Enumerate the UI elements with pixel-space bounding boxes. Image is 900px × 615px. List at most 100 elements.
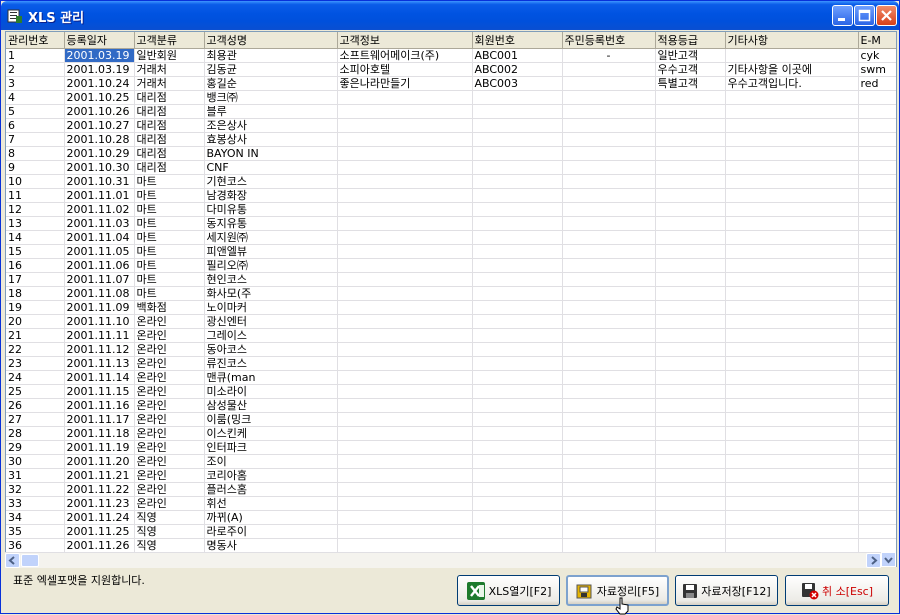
table-cell[interactable]: 25	[6, 384, 65, 399]
table-cell[interactable]	[472, 272, 563, 287]
table-cell[interactable]	[655, 104, 726, 119]
table-cell[interactable]	[337, 216, 473, 231]
table-cell[interactable]	[655, 328, 726, 343]
table-cell[interactable]: red	[858, 76, 896, 91]
table-cell[interactable]	[562, 384, 656, 399]
table-cell[interactable]: 26	[6, 398, 65, 413]
table-cell[interactable]: 광신엔터	[204, 314, 338, 329]
table-cell[interactable]	[858, 440, 896, 455]
table-cell[interactable]: 대리점	[134, 104, 205, 119]
table-row[interactable]: 11 2001.11.01 마트 남경화장	[6, 188, 896, 203]
table-cell[interactable]: 17	[6, 272, 65, 287]
table-cell[interactable]	[725, 286, 859, 301]
table-cell[interactable]	[337, 188, 473, 203]
table-cell[interactable]	[562, 62, 656, 77]
table-cell[interactable]: 직영	[134, 524, 205, 539]
table-cell[interactable]	[725, 90, 859, 105]
save-data-button[interactable]: 자료저장[F12]	[675, 575, 778, 606]
table-cell[interactable]: 일반회원	[134, 48, 205, 63]
table-cell[interactable]: 대리점	[134, 118, 205, 133]
table-cell[interactable]	[562, 230, 656, 245]
table-cell[interactable]	[472, 342, 563, 357]
table-cell[interactable]	[562, 202, 656, 217]
table-cell[interactable]: 24	[6, 370, 65, 385]
table-cell[interactable]: 조이	[204, 454, 338, 469]
table-cell[interactable]	[858, 482, 896, 497]
table-cell[interactable]	[337, 118, 473, 133]
column-header[interactable]: 주민등록번호	[562, 32, 656, 49]
table-cell[interactable]	[655, 216, 726, 231]
table-cell[interactable]	[562, 524, 656, 539]
table-cell[interactable]: 효봉상사	[204, 132, 338, 147]
table-cell[interactable]: 마트	[134, 286, 205, 301]
table-cell[interactable]	[858, 426, 896, 441]
table-cell[interactable]: 대리점	[134, 146, 205, 161]
table-cell[interactable]	[337, 398, 473, 413]
column-header[interactable]: 관리번호	[6, 32, 65, 49]
table-cell[interactable]	[725, 412, 859, 427]
table-cell[interactable]	[725, 146, 859, 161]
table-cell[interactable]: 마트	[134, 230, 205, 245]
table-cell[interactable]	[655, 118, 726, 133]
table-cell[interactable]: 온라인	[134, 412, 205, 427]
table-cell[interactable]: 세지원㈜	[204, 230, 338, 245]
table-cell[interactable]: 미소라이	[204, 384, 338, 399]
table-cell[interactable]: 2	[6, 62, 65, 77]
table-cell[interactable]	[858, 524, 896, 539]
table-row[interactable]: 20 2001.11.10 온라인 광신엔터	[6, 314, 896, 329]
table-cell[interactable]	[655, 160, 726, 175]
table-cell[interactable]: 그레이스	[204, 328, 338, 343]
table-cell[interactable]	[655, 146, 726, 161]
table-cell[interactable]: 코리아홈	[204, 468, 338, 483]
table-cell[interactable]	[655, 202, 726, 217]
table-cell[interactable]	[472, 370, 563, 385]
table-cell[interactable]: 직영	[134, 510, 205, 525]
table-cell[interactable]	[655, 300, 726, 315]
table-cell[interactable]	[562, 468, 656, 483]
table-cell[interactable]: 28	[6, 426, 65, 441]
table-cell[interactable]	[655, 356, 726, 371]
table-cell[interactable]	[562, 118, 656, 133]
table-row[interactable]: 16 2001.11.06 마트 필리오㈜	[6, 258, 896, 273]
table-cell[interactable]	[858, 538, 896, 553]
table-cell[interactable]	[562, 146, 656, 161]
table-cell[interactable]: 23	[6, 356, 65, 371]
table-row[interactable]: 30 2001.11.20 온라인 조이	[6, 454, 896, 469]
table-row[interactable]: 7 2001.10.28 대리점 효봉상사	[6, 132, 896, 147]
table-cell[interactable]	[858, 202, 896, 217]
table-cell[interactable]: 2001.11.05	[64, 244, 135, 259]
table-cell[interactable]	[858, 118, 896, 133]
table-cell[interactable]: 온라인	[134, 370, 205, 385]
table-cell[interactable]: 좋은나라만들기	[337, 76, 473, 91]
table-cell[interactable]	[725, 510, 859, 525]
table-cell[interactable]	[858, 104, 896, 119]
table-cell[interactable]	[725, 538, 859, 553]
table-cell[interactable]	[337, 510, 473, 525]
table-cell[interactable]	[472, 104, 563, 119]
table-cell[interactable]: 20	[6, 314, 65, 329]
table-cell[interactable]: 2001.11.09	[64, 300, 135, 315]
table-cell[interactable]: 3	[6, 76, 65, 91]
table-cell[interactable]	[562, 244, 656, 259]
table-cell[interactable]	[337, 538, 473, 553]
table-cell[interactable]	[858, 244, 896, 259]
table-row[interactable]: 34 2001.11.24 직영 까뀌(A)	[6, 510, 896, 525]
table-cell[interactable]: 2001.11.25	[64, 524, 135, 539]
table-cell[interactable]	[858, 230, 896, 245]
column-header[interactable]: 회원번호	[472, 32, 563, 49]
table-cell[interactable]	[562, 174, 656, 189]
table-cell[interactable]	[725, 244, 859, 259]
table-cell[interactable]: 6	[6, 118, 65, 133]
table-cell[interactable]	[562, 482, 656, 497]
table-cell[interactable]: -	[562, 48, 656, 63]
table-cell[interactable]: 온라인	[134, 468, 205, 483]
table-cell[interactable]: 거래처	[134, 76, 205, 91]
table-cell[interactable]	[858, 216, 896, 231]
table-cell[interactable]: 4	[6, 90, 65, 105]
table-cell[interactable]: 직영	[134, 538, 205, 553]
table-cell[interactable]	[655, 454, 726, 469]
table-cell[interactable]: 2001.11.14	[64, 370, 135, 385]
table-cell[interactable]: 소프트웨어메이크(주)	[337, 48, 473, 63]
table-cell[interactable]: 일반고객	[655, 48, 726, 63]
table-cell[interactable]	[725, 272, 859, 287]
